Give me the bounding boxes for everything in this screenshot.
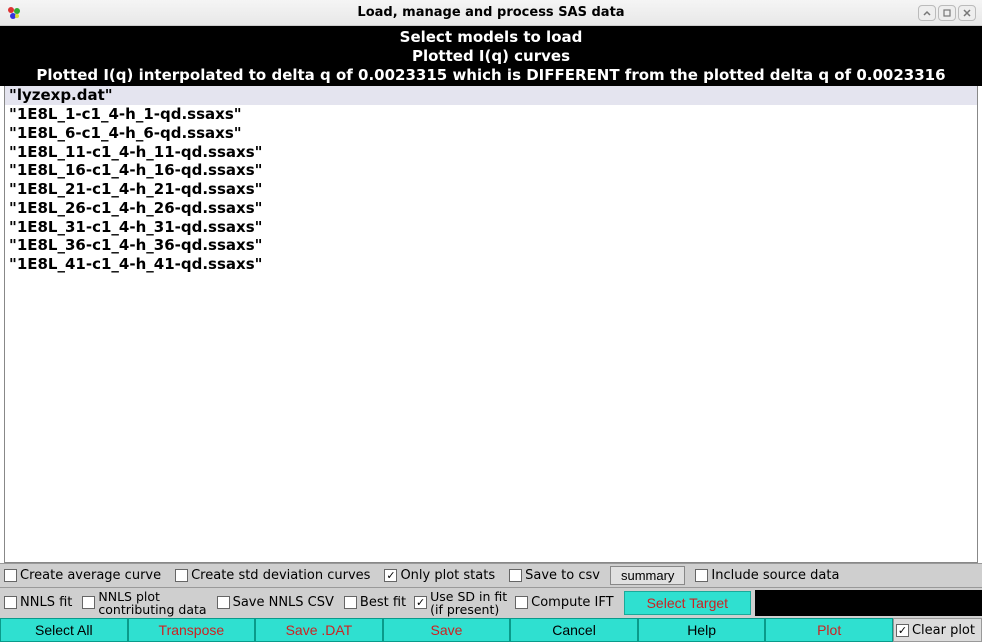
best-fit-checkbox[interactable]: Best fit <box>344 595 406 610</box>
app-icon <box>6 5 22 21</box>
clear-plot-checkbox[interactable]: Clear plot <box>893 618 982 642</box>
list-item[interactable]: "1E8L_31-c1_4-h_31-qd.ssaxs" <box>5 218 977 237</box>
list-item[interactable]: "lyzexp.dat" <box>5 86 977 105</box>
nnls-plot-contrib-checkbox[interactable]: NNLS plotcontributing data <box>82 590 206 616</box>
checkbox-icon <box>217 596 230 609</box>
cancel-button[interactable]: Cancel <box>510 618 638 642</box>
save-nnls-csv-checkbox[interactable]: Save NNLS CSV <box>217 595 334 610</box>
checkbox-icon <box>344 596 357 609</box>
list-item[interactable]: "1E8L_16-c1_4-h_16-qd.ssaxs" <box>5 161 977 180</box>
checkbox-icon <box>384 569 397 582</box>
create-average-checkbox[interactable]: Create average curve <box>4 568 161 583</box>
options-row-1: Create average curve Create std deviatio… <box>0 563 982 587</box>
select-all-button[interactable]: Select All <box>0 618 128 642</box>
plot-button[interactable]: Plot <box>765 618 893 642</box>
list-item[interactable]: "1E8L_26-c1_4-h_26-qd.ssaxs" <box>5 199 977 218</box>
checkbox-icon <box>4 569 17 582</box>
list-item[interactable]: "1E8L_6-c1_4-h_6-qd.ssaxs" <box>5 124 977 143</box>
file-list[interactable]: "lyzexp.dat""1E8L_1-c1_4-h_1-qd.ssaxs""1… <box>4 86 978 563</box>
save-to-csv-checkbox[interactable]: Save to csv <box>509 568 600 583</box>
header-line3: Plotted I(q) interpolated to delta q of … <box>4 66 978 85</box>
header-line1: Select models to load <box>4 28 978 47</box>
action-button-row: Select All Transpose Save .DAT Save Canc… <box>0 618 982 642</box>
checkbox-icon <box>896 624 909 637</box>
list-item[interactable]: "1E8L_41-c1_4-h_41-qd.ssaxs" <box>5 255 977 274</box>
checkbox-icon <box>515 596 528 609</box>
options-row-2: NNLS fit NNLS plotcontributing data Save… <box>0 587 982 618</box>
checkbox-icon <box>414 596 427 609</box>
minimize-button[interactable] <box>918 5 936 21</box>
summary-button[interactable]: summary <box>610 566 685 585</box>
titlebar: Load, manage and process SAS data <box>0 0 982 26</box>
only-plot-stats-checkbox[interactable]: Only plot stats <box>384 568 495 583</box>
list-item[interactable]: "1E8L_36-c1_4-h_36-qd.ssaxs" <box>5 236 977 255</box>
checkbox-icon <box>509 569 522 582</box>
save-button[interactable]: Save <box>383 618 511 642</box>
checkbox-icon <box>695 569 708 582</box>
checkbox-icon <box>4 596 17 609</box>
black-spacer <box>755 590 982 616</box>
create-std-checkbox[interactable]: Create std deviation curves <box>175 568 370 583</box>
checkbox-icon <box>82 596 95 609</box>
list-item[interactable]: "1E8L_11-c1_4-h_11-qd.ssaxs" <box>5 143 977 162</box>
save-dat-button[interactable]: Save .DAT <box>255 618 383 642</box>
header-line2: Plotted I(q) curves <box>4 47 978 66</box>
maximize-button[interactable] <box>938 5 956 21</box>
list-item[interactable]: "1E8L_21-c1_4-h_21-qd.ssaxs" <box>5 180 977 199</box>
nnls-fit-checkbox[interactable]: NNLS fit <box>4 595 72 610</box>
checkbox-icon <box>175 569 188 582</box>
instruction-header: Select models to load Plotted I(q) curve… <box>0 26 982 86</box>
close-button[interactable] <box>958 5 976 21</box>
help-button[interactable]: Help <box>638 618 766 642</box>
select-target-button[interactable]: Select Target <box>624 591 751 615</box>
list-item[interactable]: "1E8L_1-c1_4-h_1-qd.ssaxs" <box>5 105 977 124</box>
include-source-data-checkbox[interactable]: Include source data <box>695 568 839 583</box>
use-sd-checkbox[interactable]: Use SD in fit(if present) <box>414 590 507 616</box>
transpose-button[interactable]: Transpose <box>128 618 256 642</box>
compute-ift-checkbox[interactable]: Compute IFT <box>515 595 613 610</box>
window-title: Load, manage and process SAS data <box>0 5 982 20</box>
